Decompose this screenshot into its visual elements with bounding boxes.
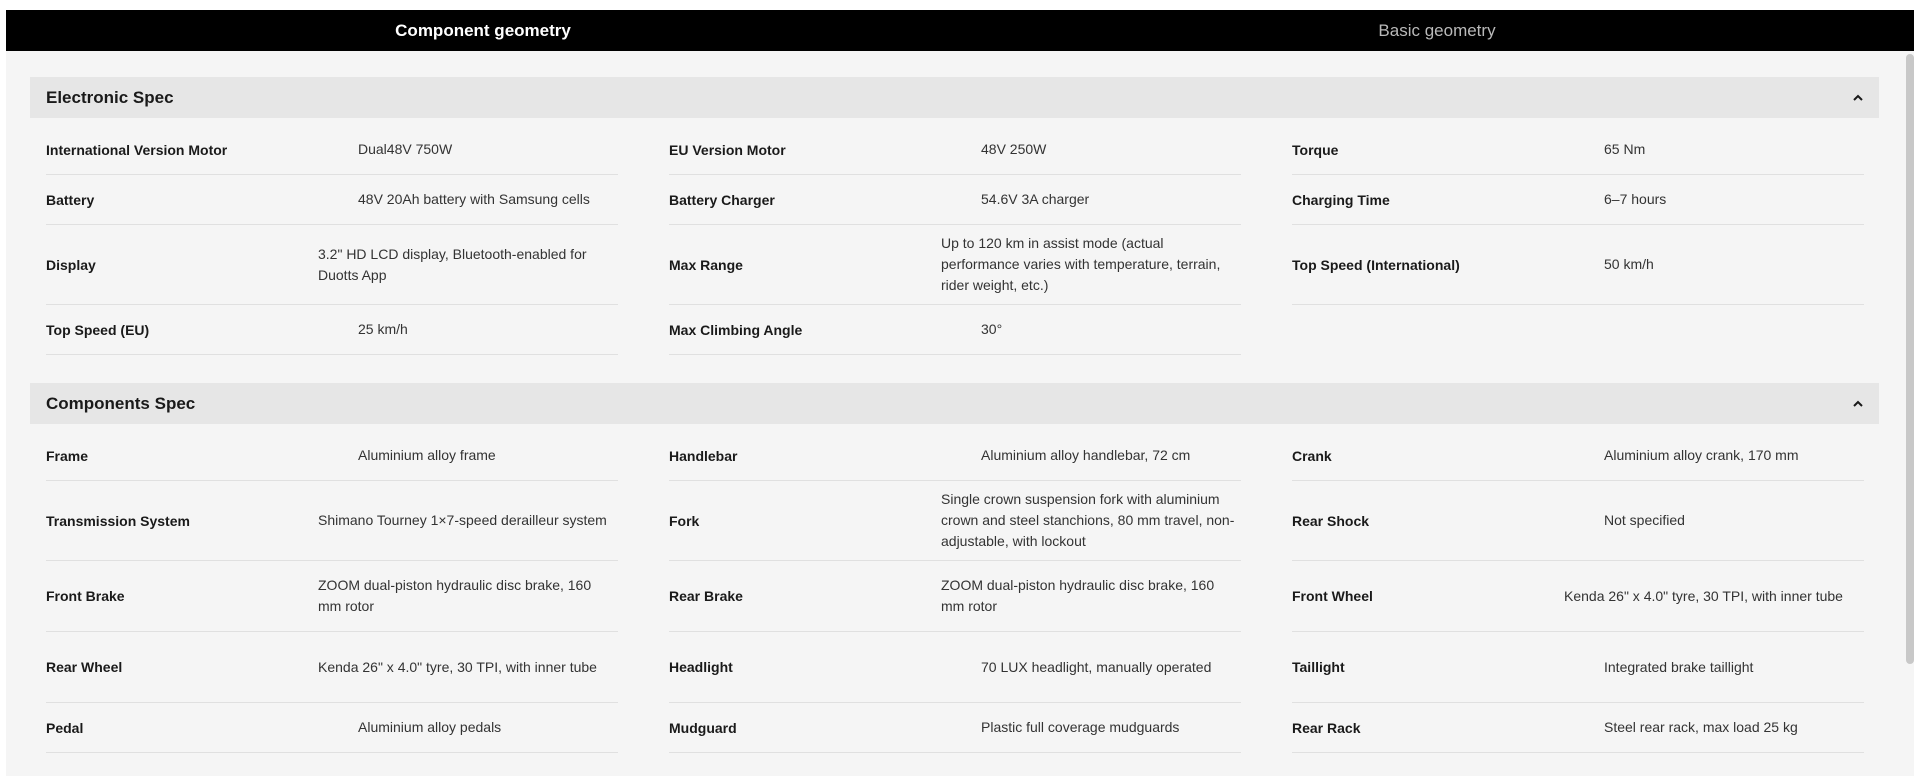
spec-row-empty [1292, 305, 1864, 355]
spec-value: 65 Nm [1604, 141, 1646, 157]
spec-value: Dual48V 750W [358, 141, 453, 157]
spec-row: Charging Time 6–7 hours [1292, 175, 1864, 225]
spec-label: Rear Shock [1292, 512, 1370, 529]
spec-row: Pedal Aluminium alloy pedals [46, 703, 618, 753]
spec-value: Single crown suspension fork with alumin… [941, 491, 1235, 549]
spec-value: 48V 250W [981, 141, 1047, 157]
spec-value: 3.2" HD LCD display, Bluetooth-enabled f… [318, 245, 587, 283]
spec-row: Max Climbing Angle 30° [669, 305, 1241, 355]
spec-label: Top Speed (EU) [46, 321, 150, 338]
spec-label: Headlight [669, 659, 733, 675]
spec-value: 54.6V 3A charger [981, 191, 1090, 207]
spec-label: Taillight [1292, 659, 1345, 675]
section-header-electronic-spec[interactable]: Electronic Spec [30, 77, 1879, 118]
spec-label: Display [46, 256, 96, 273]
spec-label: Frame [46, 447, 89, 464]
spec-value: ZOOM dual-piston hydraulic disc brake, 1… [318, 577, 592, 614]
components-spec-grid: Frame Aluminium alloy frame Handlebar Alum… [30, 431, 1879, 753]
electronic-spec-grid: International Version Motor Dual48V 750W … [30, 125, 1879, 355]
spec-value: Steel rear rack, max load 25 kg [1604, 719, 1798, 735]
spec-value: Up to 120 km in assist mode (actual perf… [941, 235, 1221, 293]
spec-row: Display 3.2" HD LCD display, Bluetooth-en… [46, 225, 618, 305]
spec-value: Integrated brake taillight [1604, 658, 1754, 675]
spec-value: 70 LUX headlight, manually operated [981, 658, 1212, 675]
chevron-up-icon[interactable] [1851, 91, 1865, 105]
spec-row: Handlebar Aluminium alloy handlebar, 72 c… [669, 431, 1241, 481]
spec-row: Mudguard Plastic full coverage mudguards [669, 703, 1241, 753]
spec-row: Frame Aluminium alloy frame [46, 431, 618, 481]
spec-label: Max Range [669, 256, 743, 273]
spec-label: Front Brake [46, 588, 125, 604]
spec-row: Transmission System Shimano Tourney 1×7-s… [46, 481, 618, 561]
scrollbar[interactable] [1906, 54, 1914, 664]
spec-row: Crank Aluminium alloy crank, 170 mm [1292, 431, 1864, 481]
spec-label: Torque [1292, 141, 1339, 158]
spec-value: 48V 20Ah battery with Samsung cells [358, 191, 590, 207]
spec-row: Front Brake ZOOM dual-piston hydraulic di… [46, 561, 618, 632]
section-title: Components Spec [46, 393, 196, 413]
spec-label: Rear Brake [669, 588, 743, 604]
spec-value: Shimano Tourney 1×7-speed derailleur sys… [318, 512, 607, 528]
spec-row: Torque 65 Nm [1292, 125, 1864, 175]
spec-value: 6–7 hours [1604, 191, 1667, 207]
spec-label: EU Version Motor [669, 141, 786, 158]
spec-label: Pedal [46, 719, 84, 736]
spec-value: Aluminium alloy crank, 170 mm [1604, 447, 1799, 463]
spec-row: Headlight 70 LUX headlight, manually oper… [669, 632, 1241, 703]
spec-value: Aluminium alloy frame [358, 447, 496, 463]
spec-row: Rear Rack Steel rear rack, max load 25 kg [1292, 703, 1864, 753]
spec-content: Electronic Spec International Version Mo… [30, 77, 1879, 776]
spec-row: International Version Motor Dual48V 750W [46, 125, 618, 175]
spec-value: 30° [981, 321, 1003, 337]
spec-label: Top Speed (International) [1292, 256, 1460, 273]
spec-row: Battery Charger 54.6V 3A charger [669, 175, 1241, 225]
section-header-components-spec[interactable]: Components Spec [30, 383, 1879, 424]
spec-panel: Component geometry Basic geometry Electr… [6, 10, 1914, 776]
spec-row: Fork Single crown suspension fork with al… [669, 481, 1241, 561]
spec-label: Battery Charger [669, 191, 775, 208]
spec-row: Top Speed (EU) 25 km/h [46, 305, 618, 355]
spec-label: Front Wheel [1292, 588, 1373, 604]
section-title: Electronic Spec [46, 87, 174, 107]
spec-row: Taillight Integrated brake taillight [1292, 632, 1864, 703]
spec-value: Kenda 26" x 4.0" tyre, 30 TPI, with inne… [318, 658, 597, 675]
spec-label: Crank [1292, 447, 1332, 464]
spec-row: Rear Wheel Kenda 26" x 4.0" tyre, 30 TPI,… [46, 632, 618, 703]
spec-value: Aluminium alloy pedals [358, 719, 502, 735]
spec-label: Max Climbing Angle [669, 321, 803, 338]
spec-label: Fork [669, 512, 700, 529]
spec-value: 50 km/h [1604, 256, 1654, 272]
spec-label: Rear Rack [1292, 719, 1361, 736]
spec-label: International Version Motor [46, 141, 228, 158]
spec-value: ZOOM dual-piston hydraulic disc brake, 1… [941, 577, 1215, 614]
spec-row: Rear Shock Not specified [1292, 481, 1864, 561]
spec-row: Battery 48V 20Ah battery with Samsung cel… [46, 175, 618, 225]
chevron-up-icon[interactable] [1851, 397, 1865, 411]
spec-label: Transmission System [46, 512, 190, 529]
spec-value: Not specified [1604, 512, 1685, 528]
spec-row: EU Version Motor 48V 250W [669, 125, 1241, 175]
spec-label: Mudguard [669, 719, 737, 736]
spec-row: Front Wheel Kenda 26" x 4.0" tyre, 30 TPI… [1292, 561, 1864, 632]
spec-label: Charging Time [1292, 191, 1390, 208]
spec-value: Aluminium alloy handlebar, 72 cm [981, 447, 1191, 463]
spec-row: Rear Brake ZOOM dual-piston hydraulic dis… [669, 561, 1241, 632]
spec-label: Battery [46, 191, 95, 208]
tab-component-geometry[interactable]: Component geometry [6, 10, 960, 51]
spec-label: Handlebar [669, 447, 738, 464]
spec-row: Top Speed (International) 50 km/h [1292, 225, 1864, 305]
spec-value: Kenda 26" x 4.0" tyre, 30 TPI, with inne… [1564, 587, 1843, 604]
spec-value: Plastic full coverage mudguards [981, 719, 1180, 735]
spec-row: Max Range Up to 120 km in assist mode (ac… [669, 225, 1241, 305]
tab-basic-geometry[interactable]: Basic geometry [960, 10, 1914, 51]
spec-value: 25 km/h [358, 321, 408, 337]
spec-label: Rear Wheel [46, 659, 123, 675]
geometry-tab-bar: Component geometry Basic geometry [6, 10, 1914, 51]
